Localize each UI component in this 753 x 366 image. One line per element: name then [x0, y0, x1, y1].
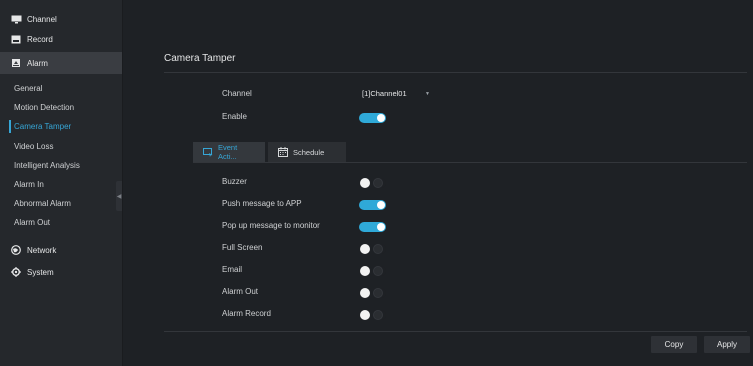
alarm-out-toggle[interactable] — [359, 288, 386, 298]
enable-label: Enable — [222, 112, 247, 121]
toggle-track — [373, 288, 383, 298]
calendar-icon — [278, 147, 288, 157]
buzzer-toggle[interactable] — [359, 178, 386, 188]
sidebar-item-label: Alarm Out — [14, 218, 51, 227]
sidebar-item-label: Motion Detection — [14, 103, 75, 112]
alarm-record-label: Alarm Record — [222, 309, 271, 318]
push-message-label: Push message to APP — [222, 199, 302, 208]
alarm-icon — [10, 58, 22, 68]
gear-icon — [10, 267, 22, 277]
sidebar: Channel Record Alarm General Motion Dete… — [0, 0, 123, 366]
full-screen-label: Full Screen — [222, 243, 263, 252]
tab-schedule-label: Schedule — [293, 147, 325, 157]
toggle-knob — [377, 114, 385, 122]
sidebar-item-label: Video Loss — [14, 142, 54, 151]
globe-icon — [10, 245, 22, 255]
popup-message-toggle[interactable] — [359, 222, 386, 232]
toggle-knob — [360, 244, 370, 254]
email-label: Email — [222, 265, 243, 274]
sidebar-collapse-handle[interactable]: ◀ — [116, 181, 122, 211]
enable-toggle[interactable] — [359, 113, 386, 123]
nav-alarm-label: Alarm — [27, 58, 48, 68]
alarm-out-label: Alarm Out — [222, 287, 259, 296]
toggle-knob — [360, 288, 370, 298]
sidebar-item-intelligent-analysis[interactable]: Intelligent Analysis — [0, 156, 122, 175]
nav-network-label: Network — [27, 245, 57, 255]
channel-label: Channel — [222, 89, 252, 98]
sidebar-item-label: Alarm In — [14, 180, 44, 189]
toggle-track — [373, 266, 383, 276]
sidebar-item-abnormal-alarm[interactable]: Abnormal Alarm — [0, 194, 122, 213]
monitor-icon — [10, 15, 22, 24]
toggle-track — [373, 178, 383, 188]
sidebar-item-label: Abnormal Alarm — [14, 199, 71, 208]
sidebar-item-label: General — [14, 84, 43, 93]
nav-alarm[interactable]: Alarm — [0, 52, 122, 74]
nav-system-label: System — [27, 267, 54, 277]
tab-schedule[interactable]: Schedule — [268, 142, 346, 162]
channel-select[interactable]: [1]Channel01 ▼ — [358, 87, 434, 100]
sidebar-item-label: Camera Tamper — [14, 122, 72, 131]
nav-channel[interactable]: Channel — [0, 9, 122, 29]
apply-button[interactable]: Apply — [704, 336, 750, 353]
sidebar-item-general[interactable]: General — [0, 79, 122, 98]
channel-select-value: [1]Channel01 — [362, 89, 407, 98]
nav-channel-label: Channel — [27, 14, 57, 24]
nav-network[interactable]: Network — [0, 240, 122, 260]
toggle-track — [373, 310, 383, 320]
push-message-toggle[interactable] — [359, 200, 386, 210]
nav-system[interactable]: System — [0, 262, 122, 282]
nav-record[interactable]: Record — [0, 29, 122, 49]
toggle-knob — [377, 223, 385, 231]
full-screen-toggle[interactable] — [359, 244, 386, 254]
chevron-left-icon: ◀ — [116, 193, 122, 200]
sidebar-item-label: Intelligent Analysis — [14, 161, 80, 170]
sidebar-item-alarm-in[interactable]: Alarm In — [0, 175, 122, 194]
sidebar-item-camera-tamper[interactable]: Camera Tamper — [0, 117, 122, 136]
buzzer-label: Buzzer — [222, 177, 247, 186]
event-action-icon — [203, 147, 213, 157]
nav-record-label: Record — [27, 34, 53, 44]
email-toggle[interactable] — [359, 266, 386, 276]
page-title: Camera Tamper — [164, 53, 236, 64]
toggle-knob — [377, 201, 385, 209]
tab-event-action[interactable]: Event Acti... — [193, 142, 265, 162]
alarm-record-toggle[interactable] — [359, 310, 386, 320]
tab-event-action-label: Event Acti... — [218, 143, 238, 161]
popup-message-label: Pop up message to monitor — [222, 221, 320, 230]
title-divider — [164, 72, 747, 73]
sidebar-item-video-loss[interactable]: Video Loss — [0, 137, 122, 156]
toggle-knob — [360, 266, 370, 276]
copy-button[interactable]: Copy — [651, 336, 697, 353]
toggle-knob — [360, 178, 370, 188]
toggle-track — [373, 244, 383, 254]
sidebar-item-alarm-out[interactable]: Alarm Out — [0, 213, 122, 232]
toggle-knob — [360, 310, 370, 320]
chevron-down-icon: ▼ — [425, 90, 430, 97]
record-icon — [10, 35, 22, 44]
tab-bar: Event Acti... Schedule — [193, 142, 349, 162]
footer-divider — [164, 331, 747, 332]
sidebar-item-motion-detection[interactable]: Motion Detection — [0, 98, 122, 117]
tabs-divider — [193, 162, 747, 163]
